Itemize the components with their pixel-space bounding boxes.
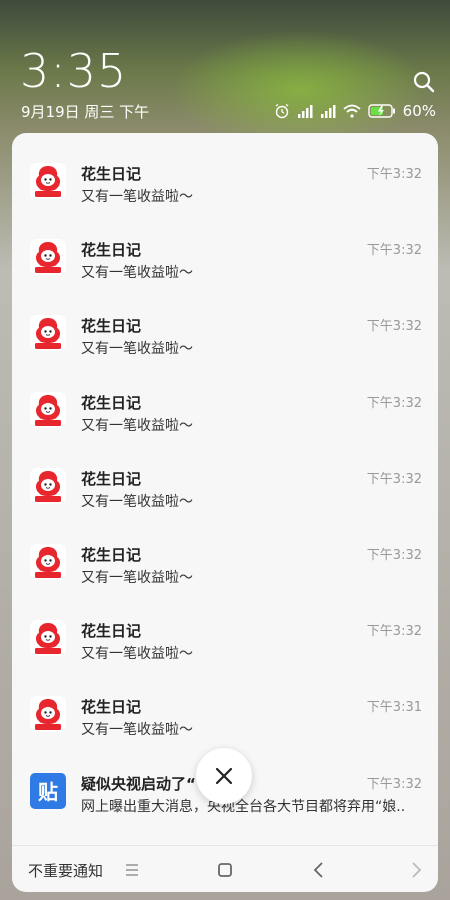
- notification-item[interactable]: 花生日记又有一笔收益啦～ 下午3:32: [12, 133, 438, 209]
- notification-title: 花生日记: [81, 469, 142, 488]
- notification-body: 网上曝出重大消息，央视全台各大节目都将弃用“娘..: [81, 798, 406, 815]
- clock: 3:35: [20, 44, 128, 98]
- notification-time: 下午3:32: [366, 776, 422, 792]
- peanut-diary-icon: [30, 391, 66, 428]
- notification-time: 下午3:32: [366, 471, 422, 487]
- notification-title: 花生日记: [81, 698, 142, 717]
- unimportant-notifications-button[interactable]: 不重要通知: [28, 860, 103, 881]
- tieba-icon-text: 贴: [38, 780, 58, 805]
- signal-icon-2: [320, 105, 336, 118]
- bottom-bar: 不重要通知: [12, 845, 438, 893]
- notification-item[interactable]: 花生日记又有一笔收益啦～ 下午3:31: [12, 666, 438, 742]
- notification-time: 下午3:32: [366, 395, 422, 411]
- notification-time: 下午3:32: [366, 167, 422, 182]
- notification-body: 又有一笔收益啦～: [81, 493, 193, 510]
- peanut-diary-icon: [30, 544, 66, 580]
- clear-all-button[interactable]: [196, 748, 252, 804]
- notification-time: 下午3:32: [366, 624, 422, 640]
- alarm-icon: [275, 103, 289, 119]
- notification-body: 又有一笔收益啦～: [81, 189, 193, 205]
- battery-percent: 60%: [402, 102, 436, 120]
- menu-icon[interactable]: [120, 858, 144, 882]
- battery-icon: [367, 104, 395, 118]
- notification-time: 下午3:31: [366, 700, 422, 716]
- notification-item[interactable]: 花生日记又有一笔收益啦～ 下午3:32: [12, 285, 438, 361]
- notification-body: 又有一笔收益啦～: [81, 722, 193, 739]
- notification-item[interactable]: 花生日记又有一笔收益啦～ 下午3:32: [12, 362, 438, 438]
- home-icon[interactable]: [213, 858, 237, 882]
- peanut-diary-icon: [30, 163, 66, 199]
- notification-title: 花生日记: [81, 622, 142, 641]
- peanut-diary-icon: [30, 696, 66, 733]
- date-label: 9月19日 周三 下午: [21, 103, 150, 121]
- notification-title: 花生日记: [81, 317, 142, 336]
- notification-body: 又有一笔收益啦～: [81, 417, 193, 434]
- system-icons: 60%: [274, 102, 436, 120]
- notification-title: 花生日记: [81, 393, 142, 412]
- notification-body: 又有一笔收益啦～: [81, 570, 193, 586]
- status-area: 3:35 9月19日 周三 下午 60%: [0, 0, 450, 130]
- tieba-icon: 贴: [30, 772, 66, 809]
- notification-title: 花生日记: [81, 165, 142, 183]
- wifi-icon: [343, 104, 361, 118]
- peanut-diary-icon: [30, 620, 66, 657]
- close-icon: [215, 767, 233, 785]
- notification-item[interactable]: 花生日记又有一笔收益啦～ 下午3:32: [12, 514, 438, 590]
- notification-time: 下午3:32: [366, 548, 422, 563]
- notification-body: 又有一笔收益啦～: [81, 341, 193, 358]
- notification-title: 花生日记: [81, 546, 142, 564]
- notification-time: 下午3:32: [366, 319, 422, 335]
- notification-body: 又有一笔收益啦～: [81, 646, 193, 663]
- notification-time: 下午3:32: [366, 243, 422, 259]
- signal-icon-1: [297, 105, 313, 118]
- notification-item[interactable]: 花生日记又有一笔收益啦～ 下午3:32: [12, 590, 438, 666]
- peanut-diary-icon: [30, 467, 66, 504]
- back-icon[interactable]: [307, 858, 331, 882]
- chevron-right-icon[interactable]: [404, 858, 428, 882]
- notification-body: 又有一笔收益啦～: [81, 265, 193, 282]
- notification-item[interactable]: 花生日记又有一笔收益啦～ 下午3:32: [12, 209, 438, 285]
- search-icon[interactable]: [412, 70, 436, 94]
- notification-title: 花生日记: [81, 241, 142, 260]
- peanut-diary-icon: [30, 239, 66, 276]
- peanut-diary-icon: [30, 315, 66, 352]
- notification-item[interactable]: 花生日记又有一笔收益啦～ 下午3:32: [12, 438, 438, 514]
